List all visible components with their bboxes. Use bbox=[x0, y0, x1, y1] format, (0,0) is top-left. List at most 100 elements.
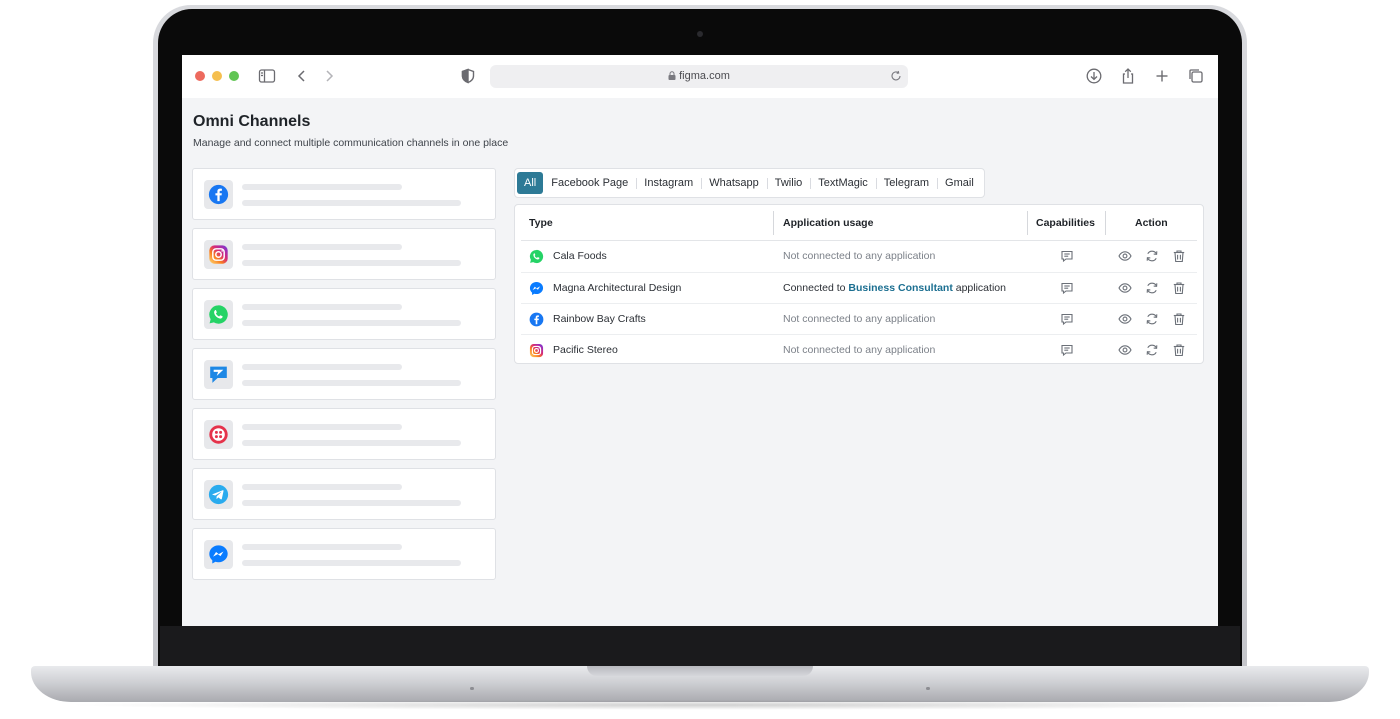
tab-facebook-page[interactable]: Facebook Page bbox=[543, 172, 636, 194]
sidebar-toggle-icon[interactable] bbox=[258, 67, 276, 85]
back-icon[interactable] bbox=[293, 67, 311, 85]
view-icon[interactable] bbox=[1118, 281, 1132, 295]
column-header-usage: Application usage bbox=[783, 217, 874, 229]
address-bar[interactable]: figma.com bbox=[490, 65, 908, 88]
sync-icon[interactable] bbox=[1145, 343, 1159, 357]
instagram-icon bbox=[204, 240, 233, 269]
close-window-button[interactable] bbox=[195, 71, 205, 81]
skeleton-line bbox=[242, 380, 461, 386]
page-subtitle: Manage and connect multiple communicatio… bbox=[193, 137, 509, 149]
channel-card-twilio[interactable] bbox=[192, 408, 496, 460]
privacy-shield-icon[interactable] bbox=[459, 67, 477, 85]
message-icon[interactable] bbox=[1060, 281, 1074, 295]
table-row[interactable]: Pacific Stereo Not connected to any appl… bbox=[521, 334, 1197, 365]
laptop-shadow bbox=[60, 700, 1340, 710]
view-icon[interactable] bbox=[1118, 343, 1132, 357]
channel-filter-tabs: All Facebook Page Instagram Whatsapp Twi… bbox=[514, 168, 985, 198]
skeleton-line bbox=[242, 184, 402, 190]
lock-icon bbox=[668, 71, 676, 80]
laptop-foot bbox=[926, 687, 930, 690]
tab-overview-icon[interactable] bbox=[1187, 67, 1205, 85]
browser-toolbar: figma.com bbox=[182, 55, 1218, 98]
channel-card-instagram[interactable] bbox=[192, 228, 496, 280]
trash-icon[interactable] bbox=[1172, 249, 1186, 263]
sync-icon[interactable] bbox=[1145, 281, 1159, 295]
skeleton-line bbox=[242, 320, 461, 326]
skeleton-line bbox=[242, 484, 402, 490]
message-icon[interactable] bbox=[1060, 343, 1074, 357]
application-usage: Not connected to any application bbox=[783, 250, 936, 262]
laptop-foot bbox=[470, 687, 474, 690]
channel-name: Rainbow Bay Crafts bbox=[553, 313, 646, 325]
tab-telegram[interactable]: Telegram bbox=[875, 172, 937, 194]
share-icon[interactable] bbox=[1119, 67, 1137, 85]
skeleton-line bbox=[242, 364, 402, 370]
reload-icon[interactable] bbox=[890, 70, 902, 82]
channel-card-whatsapp[interactable] bbox=[192, 288, 496, 340]
sync-icon[interactable] bbox=[1145, 249, 1159, 263]
tab-instagram[interactable]: Instagram bbox=[636, 172, 701, 194]
column-divider bbox=[1105, 211, 1106, 235]
application-usage: Not connected to any application bbox=[783, 344, 936, 356]
instagram-icon bbox=[529, 343, 544, 358]
channel-card-textmagic[interactable] bbox=[192, 348, 496, 400]
skeleton-line bbox=[242, 500, 461, 506]
skeleton-line bbox=[242, 560, 461, 566]
column-header-action: Action bbox=[1135, 217, 1168, 229]
business-consultant-link[interactable]: Business Consultant bbox=[848, 282, 952, 294]
column-header-type: Type bbox=[529, 217, 553, 229]
table-row[interactable]: Magna Architectural Design Connected to … bbox=[521, 272, 1197, 303]
skeleton-line bbox=[242, 304, 402, 310]
channel-card-telegram[interactable] bbox=[192, 468, 496, 520]
tab-gmail[interactable]: Gmail bbox=[937, 172, 982, 194]
textmagic-icon bbox=[204, 360, 233, 389]
message-icon[interactable] bbox=[1060, 312, 1074, 326]
channels-table: Type Application usage Capabilities Acti… bbox=[514, 204, 1204, 364]
table-row[interactable]: Cala Foods Not connected to any applicat… bbox=[521, 241, 1197, 272]
application-usage: Connected to Business Consultant applica… bbox=[783, 273, 1006, 304]
column-header-capabilities: Capabilities bbox=[1036, 217, 1095, 229]
forward-icon[interactable] bbox=[320, 67, 338, 85]
url-text: figma.com bbox=[679, 70, 730, 82]
camera bbox=[697, 31, 703, 37]
usage-prefix: Connected to bbox=[783, 282, 846, 294]
new-tab-icon[interactable] bbox=[1153, 67, 1171, 85]
skeleton-line bbox=[242, 260, 461, 266]
view-icon[interactable] bbox=[1118, 249, 1132, 263]
facebook-icon bbox=[529, 312, 544, 327]
tab-twilio[interactable]: Twilio bbox=[766, 172, 811, 194]
messenger-icon bbox=[204, 540, 233, 569]
skeleton-line bbox=[242, 544, 402, 550]
skeleton-line bbox=[242, 424, 402, 430]
facebook-icon bbox=[204, 180, 233, 209]
zoom-window-button[interactable] bbox=[229, 71, 239, 81]
tab-whatsapp[interactable]: Whatsapp bbox=[701, 172, 767, 194]
table-row[interactable]: Rainbow Bay Crafts Not connected to any … bbox=[521, 303, 1197, 334]
trash-icon[interactable] bbox=[1172, 281, 1186, 295]
channel-name: Pacific Stereo bbox=[553, 344, 618, 356]
sync-icon[interactable] bbox=[1145, 312, 1159, 326]
telegram-icon bbox=[204, 480, 233, 509]
twilio-icon bbox=[204, 420, 233, 449]
message-icon[interactable] bbox=[1060, 249, 1074, 263]
tab-textmagic[interactable]: TextMagic bbox=[810, 172, 876, 194]
page-title: Omni Channels bbox=[193, 113, 311, 130]
downloads-icon[interactable] bbox=[1085, 67, 1103, 85]
channel-card-facebook[interactable] bbox=[192, 168, 496, 220]
channel-card-messenger[interactable] bbox=[192, 528, 496, 580]
view-icon[interactable] bbox=[1118, 312, 1132, 326]
table-header: Type Application usage Capabilities Acti… bbox=[521, 205, 1197, 241]
trash-icon[interactable] bbox=[1172, 343, 1186, 357]
laptop-notch bbox=[587, 666, 813, 676]
bezel-bottom bbox=[160, 626, 1240, 666]
usage-suffix: application bbox=[955, 282, 1006, 294]
application-usage: Not connected to any application bbox=[783, 313, 936, 325]
column-divider bbox=[1027, 211, 1028, 235]
whatsapp-icon bbox=[529, 249, 544, 264]
channel-name: Magna Architectural Design bbox=[553, 282, 682, 294]
channel-name: Cala Foods bbox=[553, 250, 607, 262]
skeleton-line bbox=[242, 244, 402, 250]
tab-all[interactable]: All bbox=[517, 172, 544, 194]
minimize-window-button[interactable] bbox=[212, 71, 222, 81]
trash-icon[interactable] bbox=[1172, 312, 1186, 326]
